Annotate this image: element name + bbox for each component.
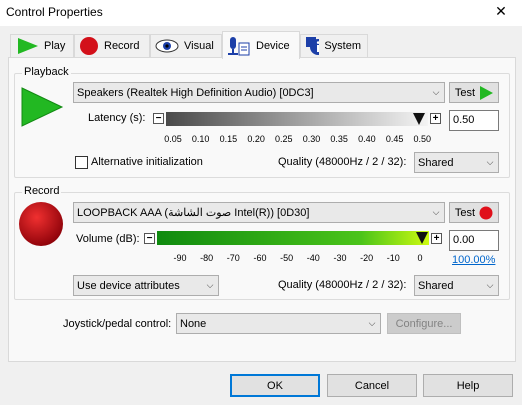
tab-play-label: Play — [44, 40, 66, 52]
joystick-value: None — [180, 317, 207, 330]
device-attributes-value: Use device attributes — [77, 279, 180, 292]
volume-percent-link[interactable]: 100.00% — [452, 254, 495, 266]
volume-value-field[interactable]: 0.00 — [449, 230, 499, 251]
latency-tick: 0.35 — [330, 134, 348, 144]
chevron-down-icon: ⌵ — [206, 280, 214, 290]
volume-tick: -30 — [333, 253, 347, 263]
volume-tick: -70 — [226, 253, 240, 263]
latency-tick: 0.30 — [302, 134, 321, 144]
record-icon — [479, 206, 493, 219]
latency-decrease-button[interactable]: − — [153, 113, 164, 124]
record-device-value: LOOPBACK AAA (صوت الشاشة Intel(R)) [0D30… — [77, 207, 310, 219]
volume-decrease-button[interactable]: − — [144, 233, 155, 244]
latency-tick: 0.15 — [219, 134, 238, 144]
volume-tick: -50 — [280, 253, 294, 263]
joystick-label: Joystick/pedal control: — [63, 318, 172, 330]
volume-tick: -40 — [306, 253, 320, 263]
chevron-down-icon: ⌵ — [432, 207, 440, 217]
close-icon[interactable]: ✕ — [492, 3, 510, 20]
latency-tick: 0.50 — [413, 134, 432, 144]
latency-tick: 0.45 — [385, 134, 404, 144]
latency-label: Latency (s): — [88, 112, 146, 124]
tab-record-label: Record — [104, 40, 140, 52]
latency-tick: 0.05 — [164, 134, 182, 144]
tab-system-label: System — [324, 40, 361, 52]
latency-tick: 0.40 — [358, 134, 376, 144]
tab-system[interactable]: System — [300, 34, 368, 57]
record-quality-select[interactable]: Shared ⌵ — [414, 275, 499, 296]
record-test-button[interactable]: Test — [449, 202, 499, 223]
volume-tick: 0 — [417, 253, 423, 263]
playback-device-select[interactable]: Speakers (Realtek High Definition Audio)… — [73, 82, 445, 103]
joystick-select[interactable]: None ⌵ — [176, 313, 381, 334]
window-title: Control Properties — [6, 5, 103, 19]
tab-record[interactable]: Record — [74, 34, 150, 57]
volume-gradient — [157, 231, 429, 245]
tab-play[interactable]: Play — [10, 34, 74, 57]
tab-visual[interactable]: Visual — [150, 34, 222, 57]
volume-slider-thumb[interactable] — [415, 229, 429, 247]
eye-icon — [155, 39, 179, 53]
cancel-button[interactable]: Cancel — [327, 374, 417, 397]
record-test-label: Test — [454, 206, 476, 219]
record-icon — [80, 37, 98, 55]
latency-gradient — [166, 112, 428, 126]
latency-tick: 0.20 — [247, 134, 265, 144]
volume-ticks: -90 -80 -70 -60 -50 -40 -30 -20 -10 0 — [173, 253, 423, 265]
latency-slider-thumb[interactable] — [412, 110, 426, 128]
alt-init-checkbox[interactable] — [75, 156, 88, 169]
latency-ticks: 0.05 0.10 0.15 0.20 0.25 0.30 0.35 0.40 … — [164, 134, 431, 146]
record-icon — [19, 202, 63, 246]
configure-button[interactable]: Configure... — [387, 313, 461, 334]
latency-increase-button[interactable]: + — [430, 113, 441, 124]
play-icon — [18, 38, 38, 54]
tab-visual-label: Visual — [184, 40, 214, 52]
record-quality-value: Shared — [418, 279, 454, 292]
latency-tick: 0.10 — [191, 134, 210, 144]
playback-group-label: Playback — [22, 66, 71, 78]
latency-slider[interactable] — [166, 111, 428, 127]
tab-device[interactable]: Device — [222, 31, 300, 59]
help-label: Help — [456, 379, 480, 392]
alt-init-label: Alternative initialization — [91, 156, 203, 168]
device-attributes-select[interactable]: Use device attributes ⌵ — [73, 275, 219, 296]
record-quality-label: Quality (48000Hz / 2 / 32): — [278, 279, 407, 291]
volume-tick: -20 — [360, 253, 374, 263]
ok-label: OK — [267, 379, 283, 392]
playback-quality-value: Shared — [418, 156, 454, 169]
playback-quality-select[interactable]: Shared ⌵ — [414, 152, 499, 173]
cancel-label: Cancel — [354, 379, 390, 392]
tab-strip: Play Record Visual Device System — [10, 31, 370, 59]
volume-tick: -10 — [386, 253, 400, 263]
playback-test-button[interactable]: Test — [449, 82, 499, 103]
record-device-select[interactable]: LOOPBACK AAA (صوت الشاشة Intel(R)) [0D30… — [73, 202, 445, 223]
configure-label: Configure... — [395, 317, 453, 330]
volume-tick: -80 — [200, 253, 214, 263]
playback-device-value: Speakers (Realtek High Definition Audio)… — [77, 86, 314, 99]
playback-test-label: Test — [454, 86, 476, 99]
latency-value-field[interactable]: 0.50 — [449, 110, 499, 131]
device-icon — [228, 36, 250, 55]
info-icon — [306, 37, 320, 55]
volume-increase-button[interactable]: + — [431, 233, 442, 244]
volume-slider[interactable] — [157, 230, 429, 246]
record-group-label: Record — [22, 185, 62, 197]
chevron-down-icon: ⌵ — [432, 87, 440, 97]
chevron-down-icon: ⌵ — [486, 157, 494, 167]
volume-tick: -60 — [253, 253, 267, 263]
play-icon — [21, 87, 64, 127]
tab-device-label: Device — [256, 39, 290, 52]
playback-quality-label: Quality (48000Hz / 2 / 32): — [278, 156, 407, 168]
help-button[interactable]: Help — [423, 374, 513, 397]
volume-label: Volume (dB): — [76, 233, 140, 245]
volume-tick: -90 — [173, 253, 187, 263]
play-icon — [480, 85, 494, 100]
ok-button[interactable]: OK — [230, 374, 320, 397]
chevron-down-icon: ⌵ — [486, 280, 494, 290]
latency-tick: 0.25 — [275, 134, 293, 144]
chevron-down-icon: ⌵ — [368, 318, 376, 328]
